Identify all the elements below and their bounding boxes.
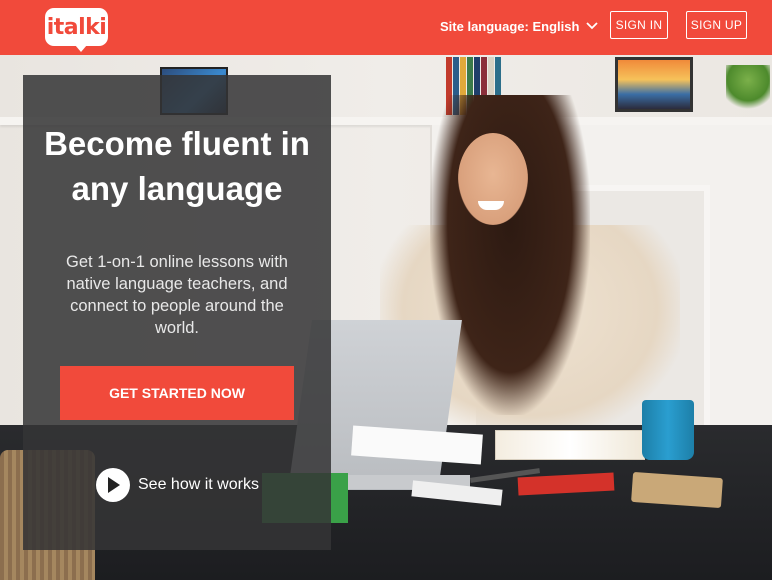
site-language-label: Site language: English (440, 18, 580, 34)
see-how-it-works-label: See how it works (138, 476, 259, 493)
hero-subtext: Get 1-on-1 online lessons with native la… (66, 253, 288, 337)
hero-overlay-panel: Become fluent in any language Get 1-on-1… (23, 75, 331, 550)
chevron-down-icon (586, 22, 599, 30)
hero-headline: Become fluent in any language (44, 125, 310, 207)
play-icon (96, 468, 130, 502)
mug (642, 400, 694, 460)
sign-in-button[interactable]: SIGN IN (610, 11, 668, 39)
get-started-button[interactable]: GET STARTED NOW (60, 366, 294, 420)
sunset-painting (615, 57, 693, 112)
italki-logo[interactable]: italki (45, 8, 108, 52)
site-language-selector[interactable]: Site language: English (440, 17, 599, 35)
plant (726, 65, 770, 115)
see-how-it-works-link[interactable]: See how it works (96, 467, 259, 503)
top-nav-bar: italki Site language: English SIGN IN SI… (0, 0, 772, 55)
sign-up-button[interactable]: SIGN UP (686, 11, 747, 39)
logo-text: italki (46, 14, 107, 40)
